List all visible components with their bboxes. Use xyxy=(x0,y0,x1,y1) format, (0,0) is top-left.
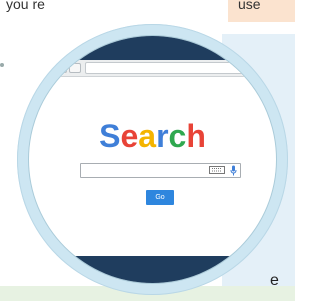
logo-letter: h xyxy=(186,118,206,154)
browser-bottom-frame xyxy=(29,256,276,283)
magnifier-lens: Search Go xyxy=(29,36,276,283)
search-logo: Search xyxy=(29,120,276,152)
background-text: you re xyxy=(6,0,45,12)
forward-button[interactable] xyxy=(69,63,81,73)
logo-letter: a xyxy=(138,118,157,154)
browser-toolbar xyxy=(29,60,276,77)
background-peach-text: use xyxy=(238,0,261,12)
logo-letter: e xyxy=(120,118,139,154)
search-input[interactable] xyxy=(80,163,241,178)
keyboard-icon[interactable] xyxy=(209,166,225,174)
background-bullet xyxy=(0,63,4,67)
microphone-icon[interactable] xyxy=(230,165,237,176)
logo-letter: r xyxy=(156,118,169,154)
logo-letter: c xyxy=(168,118,187,154)
browser-top-frame xyxy=(29,36,276,60)
magnifier: Search Go xyxy=(17,24,288,295)
background-peach-panel: use xyxy=(228,0,295,22)
back-button[interactable] xyxy=(55,63,67,73)
logo-letter: S xyxy=(99,118,121,154)
address-bar[interactable] xyxy=(85,62,273,74)
go-button[interactable]: Go xyxy=(146,190,174,205)
